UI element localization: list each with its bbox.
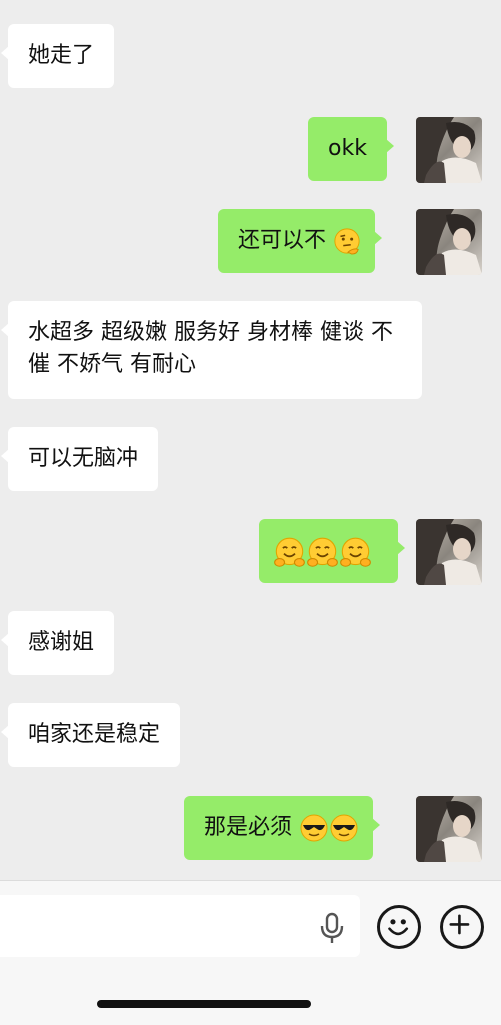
message-bubble-incoming[interactable]: 感谢姐 [0, 611, 115, 675]
message-bubble-incoming[interactable]: 咱家还是稳定 [0, 703, 181, 767]
user-avatar[interactable] [416, 209, 482, 275]
hugging-face-emoji [339, 536, 372, 569]
smiley-icon[interactable] [377, 905, 421, 949]
message-bubble-outgoing[interactable] [259, 519, 405, 583]
sunglasses-face-emoji [329, 813, 359, 843]
microphone-icon[interactable] [319, 912, 345, 944]
message-text: 咱家还是稳定 [28, 722, 161, 747]
message-text: okk [328, 136, 367, 161]
message-bubble-incoming[interactable]: 可以无脑冲 [0, 427, 159, 491]
message-bubble-outgoing[interactable]: 那是必须 [184, 796, 381, 860]
message-text: 可以无脑冲 [28, 446, 139, 471]
message-text: 还可以不 [238, 228, 327, 253]
message-text: 水超多 超级嫩 服务好 身材棒 健谈 不催 不娇气 有耐心 [28, 320, 393, 377]
message-text: 那是必须 [204, 815, 293, 840]
message-bubble-outgoing[interactable]: okk [308, 117, 394, 181]
plus-icon[interactable] [440, 905, 484, 949]
home-indicator[interactable] [97, 1000, 311, 1008]
message-text: 感谢姐 [28, 630, 95, 655]
user-avatar[interactable] [416, 519, 482, 585]
sunglasses-face-emoji [299, 813, 329, 843]
user-avatar[interactable] [416, 117, 482, 183]
message-bubble-incoming[interactable]: 她走了 [0, 24, 115, 88]
message-input[interactable] [0, 895, 360, 957]
message-bubble-incoming[interactable]: 水超多 超级嫩 服务好 身材棒 健谈 不催 不娇气 有耐心 [1, 301, 422, 399]
thinking-face-emoji [333, 227, 361, 255]
message-bubble-outgoing[interactable]: 还可以不 [218, 209, 383, 273]
chat-area[interactable]: 她走了 okk 还可以不 水超多 超级嫩 服务好 身材棒 健谈 不催 不娇气 有… [0, 0, 501, 880]
message-text: 她走了 [28, 43, 95, 68]
hugging-face-emoji [273, 536, 306, 569]
user-avatar[interactable] [416, 796, 482, 862]
hugging-face-emoji [306, 536, 339, 569]
